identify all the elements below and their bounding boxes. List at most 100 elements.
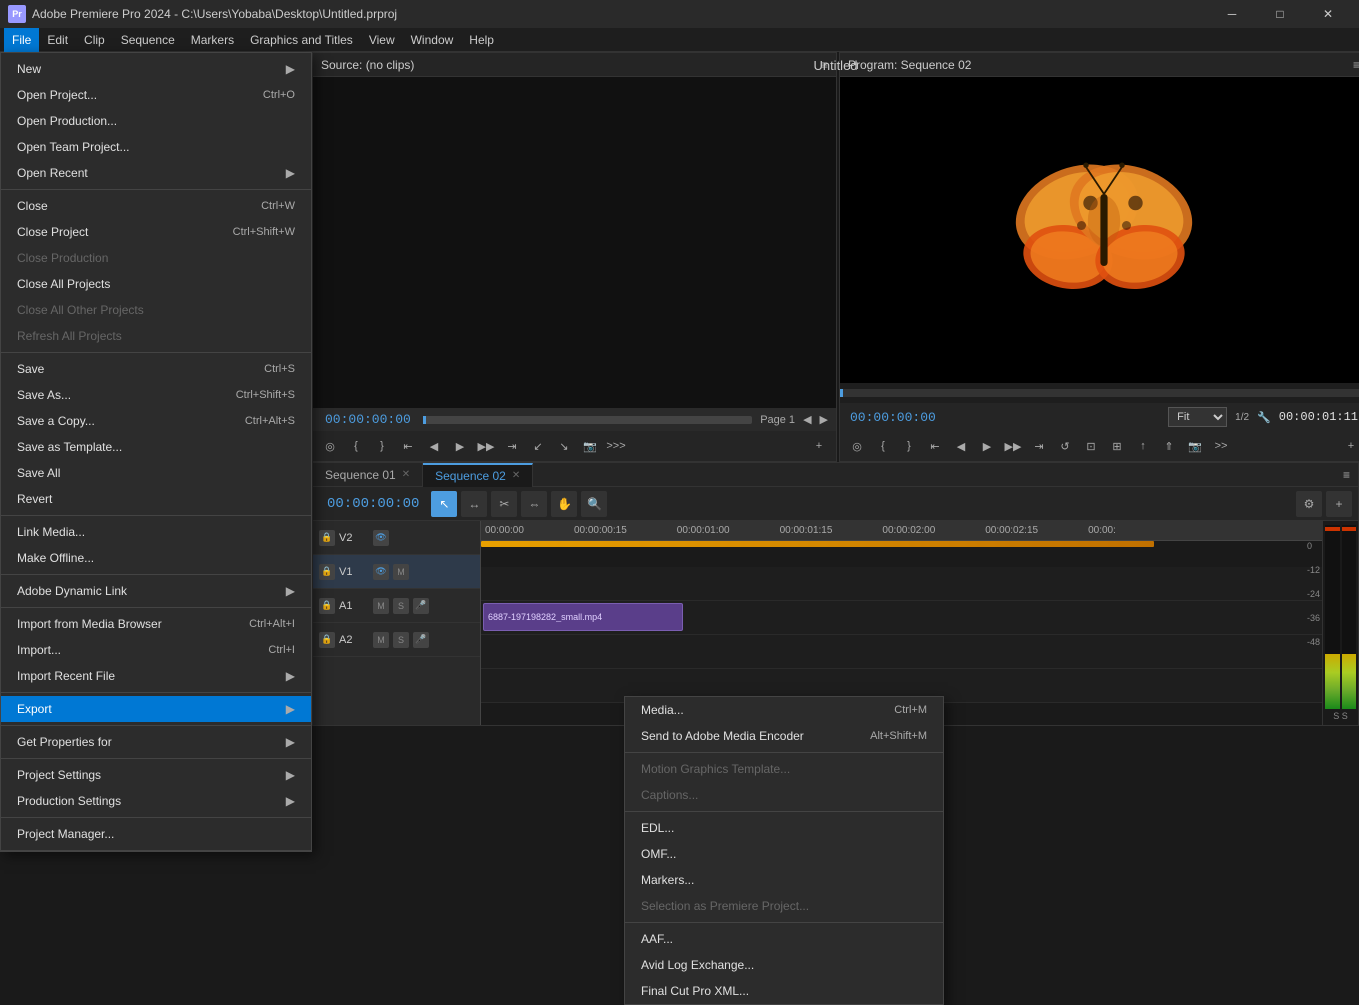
file-menu-save-copy[interactable]: Save a Copy... Ctrl+Alt+S <box>1 408 311 434</box>
program-out-point[interactable]: } <box>898 435 920 457</box>
timeline-add-track[interactable]: + <box>1326 491 1352 517</box>
source-play[interactable]: ▶ <box>449 435 471 457</box>
source-go-out[interactable]: ⇥ <box>501 435 523 457</box>
menu-graphics[interactable]: Graphics and Titles <box>242 28 361 52</box>
file-menu-export[interactable]: Export ▶ <box>1 696 311 722</box>
track-v1-lock[interactable]: 🔒 <box>319 564 335 580</box>
program-step-forward[interactable]: ▶▶ <box>1002 435 1024 457</box>
file-menu-import-browser[interactable]: Import from Media Browser Ctrl+Alt+I <box>1 611 311 637</box>
file-menu-link-media[interactable]: Link Media... <box>1 519 311 545</box>
menu-view[interactable]: View <box>361 28 403 52</box>
menu-sequence[interactable]: Sequence <box>113 28 183 52</box>
program-lift[interactable]: ↑ <box>1132 435 1154 457</box>
source-go-in[interactable]: ⇤ <box>397 435 419 457</box>
source-nav-next[interactable]: ▶ <box>820 413 828 426</box>
file-menu-project-settings[interactable]: Project Settings ▶ <box>1 762 311 788</box>
track-v2-lock[interactable]: 🔒 <box>319 530 335 546</box>
source-out-point[interactable]: } <box>371 435 393 457</box>
source-insert[interactable]: ↙ <box>527 435 549 457</box>
program-export-frame[interactable]: 📷 <box>1184 435 1206 457</box>
source-add-button[interactable]: + <box>808 435 830 457</box>
file-menu-dynamic-link[interactable]: Adobe Dynamic Link ▶ <box>1 578 311 604</box>
file-menu-save-all[interactable]: Save All <box>1 460 311 486</box>
maximize-button[interactable]: □ <box>1257 0 1303 28</box>
program-in-point[interactable]: { <box>872 435 894 457</box>
menu-window[interactable]: Window <box>403 28 462 52</box>
program-insert-edit[interactable]: ⊞ <box>1106 435 1128 457</box>
tool-select[interactable]: ↖ <box>431 491 457 517</box>
timeline-tab1-close[interactable]: ✕ <box>402 469 410 480</box>
timeline-settings[interactable]: ⚙ <box>1296 491 1322 517</box>
export-aaf[interactable]: AAF... <box>625 926 943 952</box>
timeline-menu-button[interactable]: ≡ <box>1343 468 1350 482</box>
file-menu-import[interactable]: Import... Ctrl+I <box>1 637 311 663</box>
tool-slip[interactable]: ⇔ <box>521 491 547 517</box>
source-export-frame[interactable]: 📷 <box>579 435 601 457</box>
file-menu-import-recent[interactable]: Import Recent File ▶ <box>1 663 311 689</box>
track-a2-solo[interactable]: S <box>393 632 409 648</box>
file-menu-open-recent[interactable]: Open Recent ▶ <box>1 160 311 186</box>
file-menu-open-production[interactable]: Open Production... <box>1 108 311 134</box>
file-menu-close-all[interactable]: Close All Projects <box>1 271 311 297</box>
tool-razor[interactable]: ✂ <box>491 491 517 517</box>
program-go-out[interactable]: ⇥ <box>1028 435 1050 457</box>
program-go-in[interactable]: ⇤ <box>924 435 946 457</box>
program-wrench-icon[interactable]: 🔧 <box>1257 411 1271 424</box>
source-more-controls[interactable]: >>> <box>605 435 627 457</box>
export-markers[interactable]: Markers... <box>625 867 943 893</box>
tool-zoom[interactable]: 🔍 <box>581 491 607 517</box>
menu-clip[interactable]: Clip <box>76 28 113 52</box>
source-nav-prev[interactable]: ◀ <box>803 413 811 426</box>
track-a1-mic[interactable]: 🎤 <box>413 598 429 614</box>
track-a1-mute[interactable]: M <box>373 598 389 614</box>
timeline-tab-sequence01[interactable]: Sequence 01 ✕ <box>313 463 423 487</box>
track-v2-visibility[interactable]: 👁 <box>373 530 389 546</box>
tool-ripple[interactable]: ↔ <box>461 491 487 517</box>
timeline-tab-sequence02[interactable]: Sequence 02 ✕ <box>423 463 533 487</box>
file-menu-save-as[interactable]: Save As... Ctrl+Shift+S <box>1 382 311 408</box>
file-menu-close[interactable]: Close Ctrl+W <box>1 193 311 219</box>
source-add-marker[interactable]: ◎ <box>319 435 341 457</box>
track-v1-visibility[interactable]: 👁 <box>373 564 389 580</box>
track-a2-mute[interactable]: M <box>373 632 389 648</box>
program-step-back[interactable]: ◀ <box>950 435 972 457</box>
track-a2-lock[interactable]: 🔒 <box>319 632 335 648</box>
menu-help[interactable]: Help <box>461 28 502 52</box>
menu-edit[interactable]: Edit <box>39 28 76 52</box>
export-final-cut[interactable]: Final Cut Pro XML... <box>625 978 943 1004</box>
timeline-tab2-close[interactable]: ✕ <box>512 470 520 481</box>
track-v1-mute[interactable]: M <box>393 564 409 580</box>
source-step-forward[interactable]: ▶▶ <box>475 435 497 457</box>
export-avid-log[interactable]: Avid Log Exchange... <box>625 952 943 978</box>
file-menu-revert[interactable]: Revert <box>1 486 311 512</box>
file-menu-make-offline[interactable]: Make Offline... <box>1 545 311 571</box>
file-menu-open-team[interactable]: Open Team Project... <box>1 134 311 160</box>
menu-markers[interactable]: Markers <box>183 28 242 52</box>
program-marker[interactable]: ◎ <box>846 435 868 457</box>
tool-hand[interactable]: ✋ <box>551 491 577 517</box>
menu-file[interactable]: File <box>4 28 39 52</box>
export-media[interactable]: Media... Ctrl+M <box>625 697 943 723</box>
timeline-work-area-bar[interactable] <box>481 541 1154 547</box>
fit-dropdown[interactable]: Fit 25% 50% 100% <box>1168 407 1227 427</box>
export-edl[interactable]: EDL... <box>625 815 943 841</box>
close-button[interactable]: ✕ <box>1305 0 1351 28</box>
program-play-pause[interactable]: ▶ <box>976 435 998 457</box>
video-clip-v1[interactable]: 6887-197198282_small.mp4 <box>483 603 683 631</box>
program-timeline-scrubber[interactable] <box>840 383 1359 403</box>
file-menu-new[interactable]: New ▶ <box>1 56 311 82</box>
source-step-back[interactable]: ◀ <box>423 435 445 457</box>
export-send-encoder[interactable]: Send to Adobe Media Encoder Alt+Shift+M <box>625 723 943 749</box>
source-monitor-menu-button[interactable]: ≡ <box>821 58 828 72</box>
source-in-point[interactable]: { <box>345 435 367 457</box>
program-loop[interactable]: ↺ <box>1054 435 1076 457</box>
track-a2-mic[interactable]: 🎤 <box>413 632 429 648</box>
file-menu-open-project[interactable]: Open Project... Ctrl+O <box>1 82 311 108</box>
program-monitor-menu-button[interactable]: ≡ <box>1353 58 1359 72</box>
track-a1-lock[interactable]: 🔒 <box>319 598 335 614</box>
file-menu-close-project[interactable]: Close Project Ctrl+Shift+W <box>1 219 311 245</box>
program-more-controls[interactable]: >> <box>1210 435 1232 457</box>
file-menu-project-manager[interactable]: Project Manager... <box>1 821 311 847</box>
file-menu-save[interactable]: Save Ctrl+S <box>1 356 311 382</box>
program-add-button[interactable]: + <box>1340 435 1359 457</box>
